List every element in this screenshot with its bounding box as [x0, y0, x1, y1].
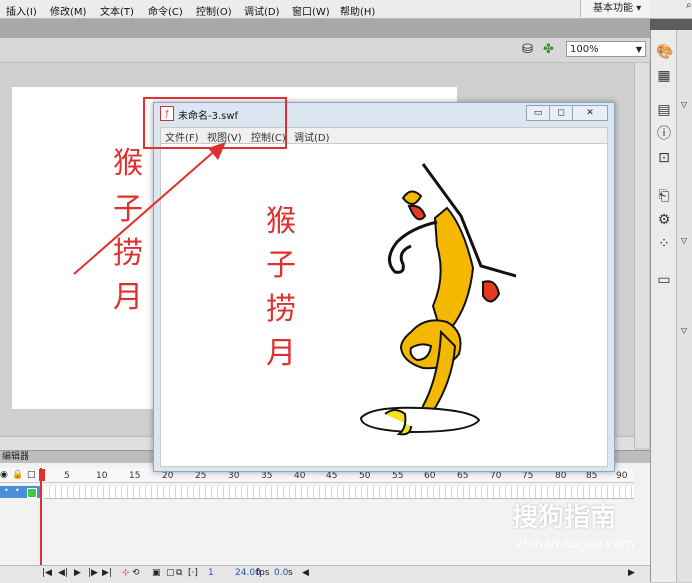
lock-icon[interactable]: 🔒 — [12, 470, 23, 480]
loop-icon[interactable]: ⟲ — [132, 566, 140, 581]
minimize-button[interactable]: ▭ — [526, 105, 550, 121]
step-back-icon[interactable]: ◀| — [58, 566, 68, 581]
first-frame-icon[interactable]: |◀ — [42, 566, 52, 581]
layer-outline-color[interactable] — [27, 488, 37, 498]
chevron-down-icon: ▼ — [635, 45, 642, 54]
onion-outline-icon[interactable]: ▢ — [166, 566, 175, 581]
ruler-tick: 40 — [294, 471, 306, 481]
eye-icon[interactable]: ◉ — [0, 470, 8, 480]
last-frame-icon[interactable]: ▶| — [102, 566, 112, 581]
menu-window[interactable]: 窗口(W) — [292, 3, 330, 18]
timeline-panel-label: 编辑器 — [2, 452, 30, 462]
lock-dot-icon[interactable]: • — [15, 486, 20, 495]
chevron-down-icon: ▾ — [636, 3, 642, 14]
frame-rate-unit: fps — [256, 568, 270, 578]
playhead-handle[interactable] — [39, 469, 45, 481]
ruler-tick: 70 — [490, 471, 502, 481]
menu-debug[interactable]: 调试(D) — [244, 3, 280, 18]
transform-icon[interactable]: ⊡ — [656, 150, 672, 166]
title-char: 捞 — [266, 292, 296, 327]
title-char: 月 — [266, 336, 296, 371]
properties-panel-collapsed: ▽ ▽ ▽ — [676, 30, 692, 582]
playhead[interactable] — [40, 468, 42, 578]
modify-markers-icon[interactable]: [·] — [188, 566, 198, 581]
ruler-tick: 20 — [162, 471, 174, 481]
ruler-tick: 55 — [392, 471, 404, 481]
play-icon[interactable]: ▶ — [74, 566, 81, 581]
ruler-tick: 50 — [359, 471, 371, 481]
vertical-scrollbar[interactable] — [634, 63, 649, 448]
panel-icon-column: 🎨 ▦ ▤ ⓘ ⊡ ⎗ ⚙ ⁘ ▭ — [650, 30, 676, 582]
outline-icon[interactable]: □ — [27, 470, 36, 480]
zoom-value: 100% — [570, 44, 599, 55]
ruler-tick: 65 — [457, 471, 469, 481]
components-icon[interactable]: ⚙ — [656, 212, 672, 228]
watermark-brand: 搜狗指南 — [512, 503, 617, 533]
ruler-tick: 90 — [616, 471, 628, 481]
ruler-tick: 15 — [129, 471, 141, 481]
close-button[interactable]: ✕ — [572, 105, 608, 121]
edit-multiple-icon[interactable]: ⧉ — [176, 566, 182, 581]
document-tab-strip — [0, 19, 650, 38]
maximize-button[interactable]: ◻ — [549, 105, 573, 121]
menu-text[interactable]: 文本(T) — [100, 3, 134, 18]
workspace-switcher[interactable]: 基本功能 ▾ — [580, 0, 650, 17]
menu-control[interactable]: 控制(O) — [196, 3, 232, 18]
workspace-label: 基本功能 — [593, 3, 633, 14]
zoom-select[interactable]: 100% ▼ — [566, 41, 646, 57]
visibility-dot-icon[interactable]: • — [4, 486, 9, 495]
elapsed-time: 0.0 — [274, 568, 289, 578]
watermark-url: zhinan.sogou.com — [516, 537, 635, 552]
chevron-down-icon[interactable]: ▽ — [681, 326, 687, 335]
edit-symbol-icon[interactable]: ✤ — [543, 42, 554, 57]
library-icon[interactable]: ▭ — [656, 272, 672, 288]
ruler-tick: 35 — [261, 471, 273, 481]
ruler-tick: 80 — [555, 471, 567, 481]
ruler-tick: 30 — [228, 471, 240, 481]
chevron-down-icon[interactable]: ▽ — [681, 100, 687, 109]
code-snippets-icon[interactable]: ⎗ — [656, 188, 672, 204]
search-icon[interactable]: ⌕ — [686, 0, 692, 11]
menu-modify[interactable]: 修改(M) — [50, 3, 86, 18]
ruler-tick: 75 — [522, 471, 534, 481]
annotation-arrow — [73, 142, 226, 275]
elapsed-time-unit: s — [288, 568, 293, 578]
align-icon[interactable]: ▤ — [656, 102, 672, 118]
swf-menu-debug[interactable]: 调试(D) — [294, 129, 330, 144]
title-char: 猴 — [266, 204, 296, 239]
swatches-icon[interactable]: ▦ — [656, 68, 672, 84]
title-char: 子 — [266, 248, 296, 283]
menubar: 插入(I) 修改(M) 文本(T) 命令(C) 控制(O) 调试(D) 窗口(W… — [0, 0, 692, 19]
ruler-tick: 10 — [96, 471, 108, 481]
menu-insert[interactable]: 插入(I) — [6, 3, 37, 18]
annotation-outer-char: 月 — [113, 280, 143, 315]
chevron-down-icon[interactable]: ▽ — [681, 236, 687, 245]
edit-scene-icon[interactable]: ⛁ — [522, 42, 533, 57]
motion-presets-icon[interactable]: ⁘ — [656, 236, 672, 252]
info-icon[interactable]: ⓘ — [656, 126, 672, 142]
ruler-tick: 25 — [195, 471, 207, 481]
monkey-illustration — [359, 163, 517, 436]
ruler-tick: 5 — [64, 471, 70, 481]
menu-help[interactable]: 帮助(H) — [340, 3, 375, 18]
scroll-right-icon[interactable]: ▶ — [628, 566, 635, 581]
timeline-footer: |◀ ◀| ▶ |▶ ▶| ⊹ ⟲ ▣ ▢ ⧉ [·] 1 24.00 fps … — [0, 565, 650, 583]
color-icon[interactable]: 🎨 — [656, 44, 673, 60]
step-forward-icon[interactable]: |▶ — [88, 566, 98, 581]
menu-commands[interactable]: 命令(C) — [148, 3, 183, 18]
onion-skin-icon[interactable]: ▣ — [152, 566, 161, 581]
edit-bar: ⛁ ✤ 100% ▼ — [0, 38, 650, 63]
scroll-left-icon[interactable]: ◀ — [302, 566, 309, 581]
layer-row[interactable]: • • — [0, 486, 40, 498]
ruler-tick: 60 — [424, 471, 436, 481]
center-frame-icon[interactable]: ⊹ — [122, 566, 130, 581]
ruler-tick: 45 — [326, 471, 338, 481]
current-frame: 1 — [208, 568, 214, 578]
ruler-tick: 85 — [586, 471, 598, 481]
